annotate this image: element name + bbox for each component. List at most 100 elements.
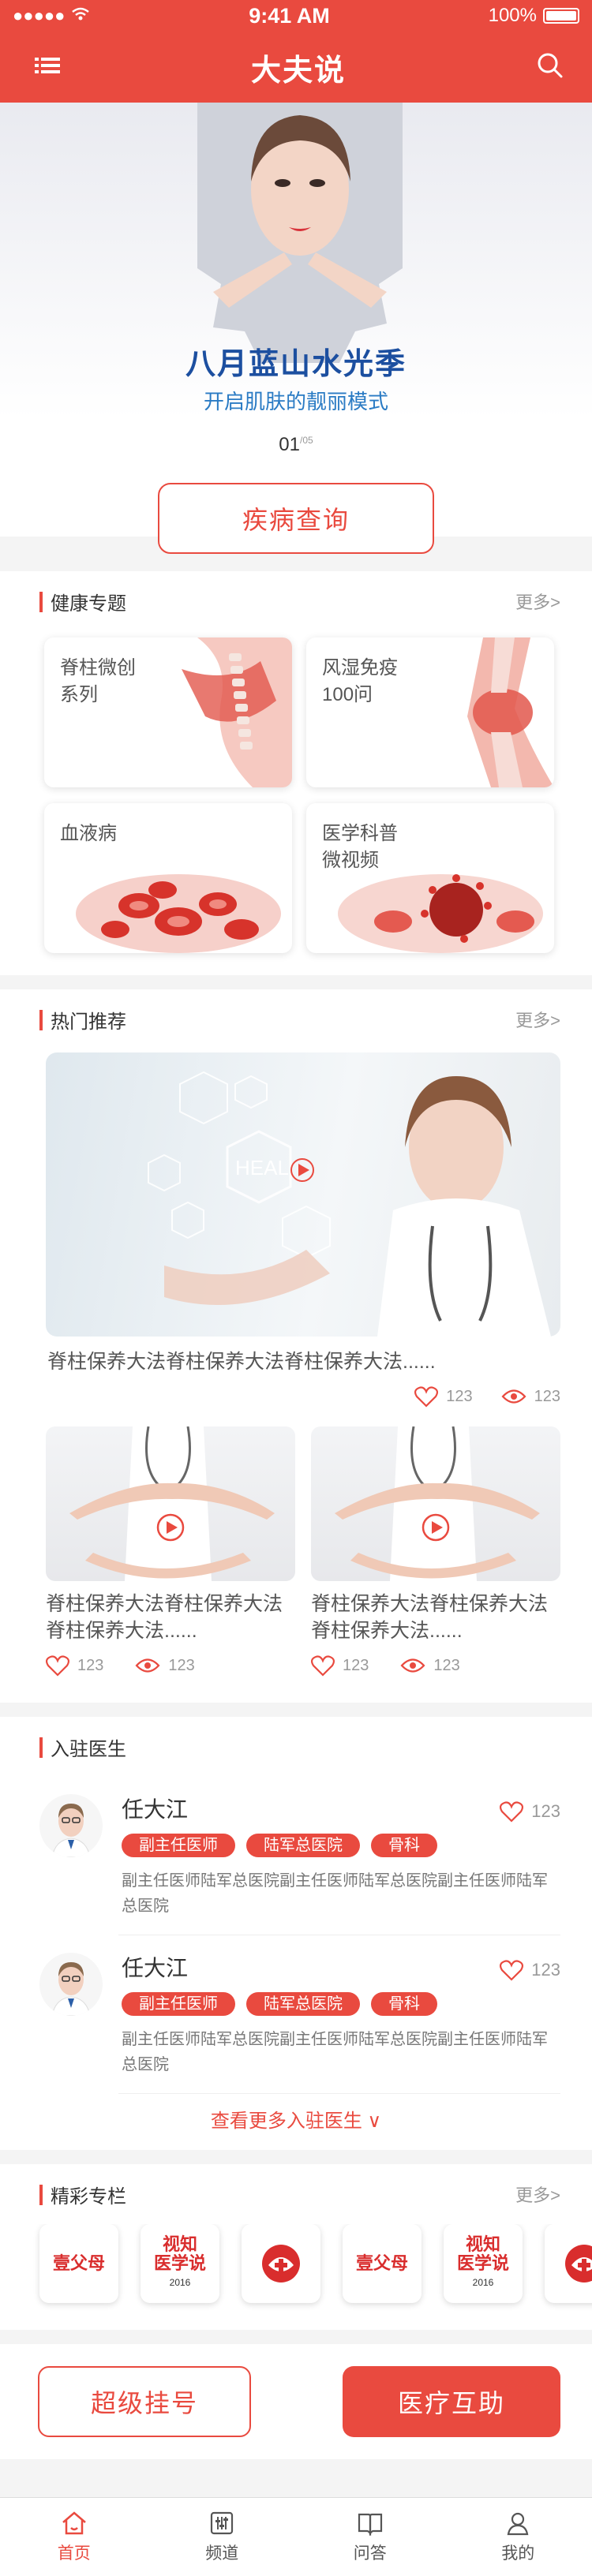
doctor-hospital-tag: 陆军总医院 <box>246 1834 360 1857</box>
doctor-dept-tag: 骨科 <box>371 1992 437 2016</box>
tab-channel[interactable]: 频道 <box>148 2498 297 2576</box>
battery-icon <box>543 8 579 24</box>
column-item[interactable] <box>545 2224 592 2303</box>
sliders-icon <box>211 2511 234 2534</box>
health-more-link[interactable]: 更多> <box>515 589 560 614</box>
search-icon[interactable] <box>537 52 564 83</box>
section-title-health: 健康专题 <box>51 593 126 615</box>
tab-qa[interactable]: 问答 <box>296 2498 444 2576</box>
hot-main-video[interactable]: HEAL <box>46 1052 560 1337</box>
doctor-like[interactable]: 123 <box>500 1800 560 1823</box>
like-count[interactable]: 123 <box>311 1654 369 1677</box>
tab-qa-label: 问答 <box>353 2544 387 2563</box>
hands-video-thumbnail <box>335 1426 540 1581</box>
avatar <box>39 1794 103 1857</box>
home-icon <box>62 2511 86 2534</box>
spine-anatomy-image <box>182 637 292 787</box>
doctors-section: 入驻医生 任大江 副主任医师 陆军总医院 骨科 副主任医师陆军总医院副主任医师陆… <box>0 1717 592 2150</box>
banner-portrait-image <box>197 103 403 363</box>
hero-banner[interactable]: 八月蓝山水光季 开启肌肤的靓丽模式 <box>0 103 592 418</box>
hands-video-thumbnail <box>69 1426 275 1581</box>
column-logo-text: 视知 医学说 <box>456 2234 509 2273</box>
view-count-label: 123 <box>168 1656 195 1674</box>
column-item[interactable]: 视知 医学说 2016 <box>141 2224 219 2303</box>
like-count[interactable]: 123 <box>46 1654 103 1677</box>
hot-card[interactable]: 脊柱保养大法脊柱保养大法脊柱保养大法...... 123 123 <box>311 1426 560 1681</box>
doctor-like-count: 123 <box>531 1801 560 1821</box>
menu-list-icon[interactable] <box>35 56 60 79</box>
eye-icon <box>501 1389 526 1404</box>
super-registration-button[interactable]: 超级挂号 <box>38 2366 251 2437</box>
like-count[interactable]: 123 <box>414 1385 473 1408</box>
doctor-dept-tag: 骨科 <box>371 1834 437 1857</box>
columns-more-link[interactable]: 更多> <box>515 2182 560 2207</box>
medical-cross-logo-icon <box>565 2245 592 2283</box>
eye-icon <box>400 1658 425 1673</box>
topic-card-video[interactable]: 医学科普 微视频 <box>306 803 554 953</box>
column-item[interactable]: 壹父母 <box>343 2224 422 2303</box>
tab-home[interactable]: 首页 <box>0 2498 148 2576</box>
health-video-thumbnail: HEAL <box>148 1071 551 1337</box>
avatar <box>39 1953 103 2016</box>
hot-card-caption: 脊柱保养大法脊柱保养大法脊柱保养大法...... <box>311 1593 549 1642</box>
like-count-label: 123 <box>77 1656 104 1674</box>
column-item[interactable]: 壹父母 <box>39 2224 118 2303</box>
status-bar: ●●●●● 9:41 AM 100% <box>0 0 592 32</box>
column-logo-year: 2016 <box>169 2277 191 2288</box>
hot-more-link[interactable]: 更多> <box>515 1007 560 1032</box>
battery-percent: 100% <box>488 5 537 26</box>
section-title-hot: 热门推荐 <box>51 1011 126 1033</box>
disease-query-button[interactable]: 疾病查询 <box>158 483 434 554</box>
column-item[interactable] <box>242 2224 320 2303</box>
tab-me[interactable]: 我的 <box>444 2498 592 2576</box>
like-count-label: 123 <box>343 1656 369 1674</box>
status-time: 9:41 AM <box>249 3 330 28</box>
doctor-title-tag: 副主任医师 <box>122 1834 235 1857</box>
top-navbar: 大夫说 <box>0 32 592 103</box>
doctor-name: 任大江 <box>122 1956 189 1980</box>
hot-main-caption: 脊柱保养大法脊柱保养大法脊柱保养大法...... <box>47 1351 436 1373</box>
column-logo-text: 视知 医学说 <box>153 2234 206 2273</box>
see-more-doctors-link[interactable]: 查看更多入驻医生 ∨ <box>0 2094 592 2150</box>
app-title: 大夫说 <box>250 54 346 88</box>
pager-current: 01 <box>279 434 300 455</box>
heal-text: HEAL <box>235 1156 289 1180</box>
medical-cross-logo-icon <box>262 2245 300 2283</box>
view-count: 123 <box>135 1656 195 1675</box>
view-count-label: 123 <box>433 1656 460 1674</box>
banner-pager: 01/05 <box>0 434 592 456</box>
heart-icon <box>500 1801 524 1823</box>
see-more-label: 查看更多入驻医生 <box>210 2111 362 2132</box>
hot-card[interactable]: 脊柱保养大法脊柱保养大法脊柱保养大法...... 123 123 <box>46 1426 295 1681</box>
health-topics-section: 健康专题 更多> 脊柱微创 系列 风湿免疫 100问 血液病 医学科普 微视频 <box>0 571 592 975</box>
doctor-item[interactable]: 任大江 副主任医师 陆军总医院 骨科 副主任医师陆军总医院副主任医师陆军总医院副… <box>0 1935 592 2077</box>
topic-card-spine[interactable]: 脊柱微创 系列 <box>44 637 292 787</box>
user-icon <box>507 2512 529 2535</box>
heart-icon <box>46 1655 69 1677</box>
chevron-down-icon: ∨ <box>367 2111 382 2132</box>
bottom-actions: 超级挂号 医疗互助 <box>0 2344 592 2459</box>
tab-channel-label: 频道 <box>205 2544 239 2563</box>
topic-card-rheumatism[interactable]: 风湿免疫 100问 <box>306 637 554 787</box>
pager-total: /05 <box>300 435 313 446</box>
hot-card-caption: 脊柱保养大法脊柱保养大法脊柱保养大法...... <box>46 1593 283 1642</box>
query-area: 01/05 疾病查询 <box>0 418 592 554</box>
medical-mutual-aid-button[interactable]: 医疗互助 <box>343 2366 560 2437</box>
view-count: 123 <box>400 1656 460 1675</box>
doctor-name: 任大江 <box>122 1797 189 1822</box>
column-logo-text: 壹父母 <box>52 2253 105 2273</box>
section-title-doctors: 入驻医生 <box>51 1738 126 1760</box>
column-logo-year: 2016 <box>472 2277 494 2288</box>
signal-area: ●●●●● <box>13 6 90 26</box>
column-item[interactable]: 视知 医学说 2016 <box>444 2224 523 2303</box>
column-logo-text: 壹父母 <box>355 2253 408 2273</box>
topic-label: 血液病 <box>60 823 117 844</box>
topic-card-blood[interactable]: 血液病 <box>44 803 292 953</box>
topic-label: 风湿免疫 100问 <box>322 657 398 705</box>
doctor-like-count: 123 <box>531 1960 560 1980</box>
hot-recommend-section: 热门推荐 更多> HEAL 脊柱保养大法脊柱保养大法脊柱保养大法...... 1… <box>0 989 592 1703</box>
doctor-like[interactable]: 123 <box>500 1959 560 1981</box>
wifi-icon <box>71 6 90 26</box>
knee-joint-image <box>467 637 554 787</box>
doctor-item[interactable]: 任大江 副主任医师 陆军总医院 骨科 副主任医师陆军总医院副主任医师陆军总医院副… <box>0 1777 592 1919</box>
